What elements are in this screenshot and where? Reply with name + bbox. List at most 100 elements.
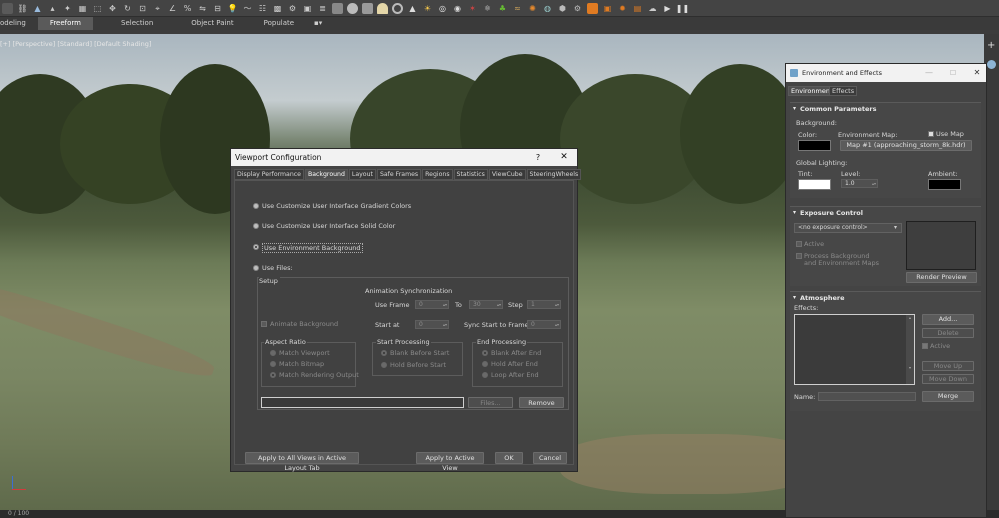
select-icon[interactable]: ⬚ [92, 3, 103, 14]
render-setup-icon[interactable]: ⚙ [287, 3, 298, 14]
match-viewport-radio[interactable] [270, 350, 276, 356]
ribbon-tab-modeling[interactable]: odeling [0, 17, 38, 30]
align-icon[interactable]: ⊟ [212, 3, 223, 14]
move-icon[interactable]: ✥ [107, 3, 118, 14]
close-icon[interactable]: ✕ [971, 64, 983, 82]
ribbon-tab-selection[interactable]: Selection [93, 17, 165, 30]
render-frame-icon[interactable] [587, 2, 598, 14]
effects-list-scrollbar[interactable]: ▴ ▾ [906, 315, 914, 384]
render-iterative-icon[interactable]: ▤ [632, 3, 643, 14]
hair-icon[interactable]: ♣ [497, 3, 508, 14]
camera-icon[interactable]: ◉ [452, 3, 463, 14]
geometry-icon[interactable]: ▲ [32, 3, 43, 14]
cloth-icon[interactable]: ≈ [512, 3, 523, 14]
apply-active-view-button[interactable]: Apply to Active View [416, 452, 484, 472]
atmosphere-header[interactable]: Atmosphere [790, 292, 981, 304]
sphere-icon[interactable] [347, 2, 358, 14]
tab-safe-frames[interactable]: Safe Frames [376, 169, 422, 180]
sync-start-spinner[interactable]: 0 [527, 320, 561, 329]
ribbon-options-icon[interactable]: ▪▾ [306, 17, 334, 30]
effect-name-field[interactable] [818, 392, 916, 401]
hold-after-end-radio[interactable] [482, 361, 488, 367]
play-icon[interactable]: ▶ [662, 3, 673, 14]
unlink-icon[interactable]: ⛓ [17, 3, 28, 14]
exposure-control-header[interactable]: Exposure Control [790, 207, 981, 219]
maximize-icon[interactable]: ☐ [947, 64, 959, 82]
step-spinner[interactable]: 1 [527, 300, 561, 309]
material-editor-icon[interactable]: ▩ [272, 3, 283, 14]
tab-viewcube[interactable]: ViewCube [488, 169, 526, 180]
atmosphere-active-checkbox[interactable] [922, 343, 928, 349]
render-active-icon[interactable]: ✹ [617, 3, 628, 14]
tab-background[interactable]: Background [304, 169, 348, 180]
add-effect-button[interactable]: Add... [922, 314, 974, 325]
percent-snap-icon[interactable]: % [182, 3, 193, 14]
cone-shape-icon[interactable]: ▲ [407, 3, 418, 14]
environment-map-button[interactable]: Map #1 (approaching_storm_8k.hdr) [840, 140, 972, 151]
shapes-icon[interactable]: ✦ [62, 3, 73, 14]
search-globe-icon[interactable] [987, 60, 996, 69]
match-bitmap-radio[interactable] [270, 361, 276, 367]
ribbon-tab-object-paint[interactable]: Object Paint [165, 17, 245, 30]
use-frame-spinner[interactable]: 0 [415, 300, 449, 309]
use-files-radio[interactable] [253, 265, 259, 271]
file-path-field[interactable] [261, 397, 464, 408]
render-preview-button[interactable]: Render Preview [906, 272, 977, 283]
blank-after-end-radio[interactable] [482, 350, 488, 356]
torus-icon[interactable] [392, 2, 403, 14]
ribbon-tab-populate[interactable]: Populate [246, 17, 306, 30]
gradient-colors-radio[interactable] [253, 203, 259, 209]
delete-effect-button[interactable]: Delete [922, 328, 974, 338]
texture-icon[interactable]: ⬢ [557, 3, 568, 14]
close-button[interactable]: ✕ [557, 149, 571, 166]
link-icon[interactable] [2, 2, 13, 14]
remove-button[interactable]: Remove [519, 397, 564, 408]
cancel-button[interactable]: Cancel [533, 452, 567, 464]
curve-editor-icon[interactable]: 〜 [242, 3, 253, 14]
tab-statistics[interactable]: Statistics [453, 169, 488, 180]
tab-display-performance[interactable]: Display Performance [234, 169, 304, 180]
fire-icon[interactable]: ✺ [527, 3, 538, 14]
list-icon[interactable]: ≣ [317, 3, 328, 14]
start-at-spinner[interactable]: 0 [415, 320, 449, 329]
tab-steeringwheels[interactable]: SteeringWheels [526, 169, 582, 180]
bulb-icon[interactable]: 💡 [227, 3, 238, 14]
files-button[interactable]: Files... [468, 397, 513, 408]
rotate-icon[interactable]: ↻ [122, 3, 133, 14]
effects-list[interactable] [794, 314, 915, 385]
loop-after-end-radio[interactable] [482, 372, 488, 378]
dynamics-icon[interactable]: ⚛ [482, 3, 493, 14]
pause-icon[interactable]: ❚❚ [676, 3, 689, 14]
use-map-checkbox[interactable] [928, 131, 934, 137]
match-rendering-output-radio[interactable] [270, 372, 276, 378]
exposure-active-checkbox[interactable] [796, 241, 802, 247]
light-icon[interactable]: ◎ [437, 3, 448, 14]
display-icon[interactable]: ▦ [77, 3, 88, 14]
globe-icon[interactable]: ◍ [542, 3, 553, 14]
move-up-button[interactable]: Move Up [922, 361, 974, 371]
ok-button[interactable]: OK [495, 452, 523, 464]
animate-background-checkbox[interactable] [261, 321, 267, 327]
solid-color-radio[interactable] [253, 223, 259, 229]
hold-before-start-radio[interactable] [381, 362, 387, 368]
settings-icon[interactable]: ⚙ [572, 3, 583, 14]
apply-all-views-button[interactable]: Apply to All Views in Active Layout Tab [245, 452, 359, 472]
ambient-color-swatch[interactable] [928, 179, 961, 190]
common-parameters-header[interactable]: Common Parameters [790, 103, 981, 115]
ribbon-tab-freeform[interactable]: Freeform [37, 17, 93, 30]
render-icon[interactable]: ▣ [602, 3, 613, 14]
tab-effects[interactable]: Effects [829, 86, 858, 96]
dome-icon[interactable] [377, 2, 388, 14]
merge-button[interactable]: Merge [922, 391, 974, 402]
cone-icon[interactable]: ▴ [47, 3, 58, 14]
minimize-icon[interactable]: — [923, 64, 935, 82]
box-icon[interactable] [332, 2, 343, 14]
safe-icon[interactable]: ▣ [302, 3, 313, 14]
tab-layout[interactable]: Layout [348, 169, 376, 180]
cylinder-icon[interactable] [362, 2, 373, 14]
add-icon[interactable]: + [987, 40, 995, 51]
schematic-icon[interactable]: ☷ [257, 3, 268, 14]
angle-snap-icon[interactable]: ∠ [167, 3, 178, 14]
environment-background-radio[interactable] [253, 244, 259, 250]
particles-icon[interactable]: ✶ [467, 3, 478, 14]
